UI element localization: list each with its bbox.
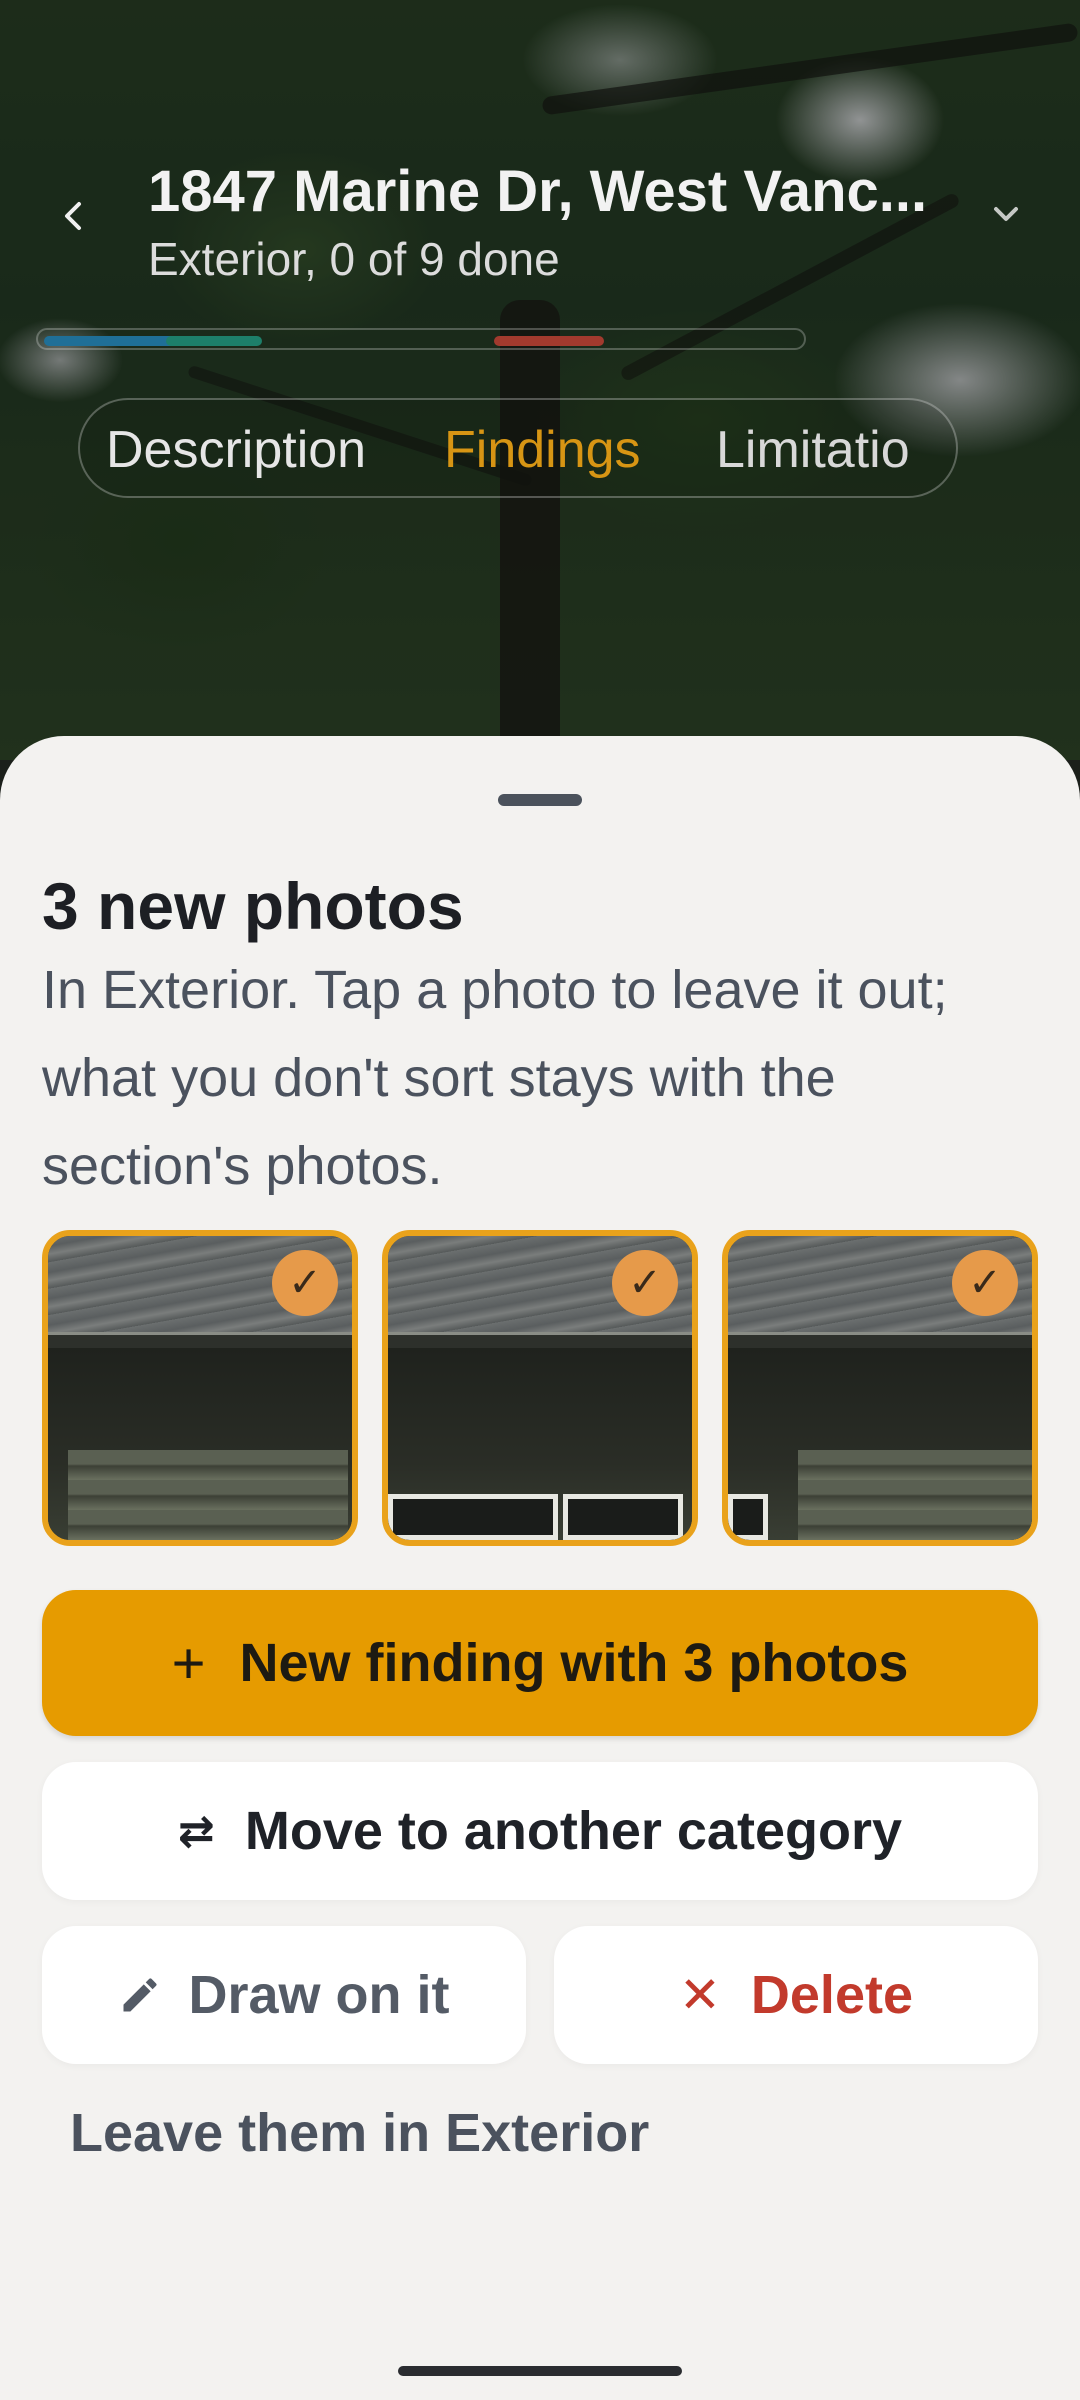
background-photo bbox=[0, 0, 1080, 760]
leave-in-section-link[interactable]: Leave them in Exterior bbox=[70, 2102, 649, 2164]
new-finding-button[interactable]: + New finding with 3 photos bbox=[42, 1590, 1038, 1736]
check-icon: ✓ bbox=[952, 1250, 1018, 1316]
move-category-button[interactable]: ⇄ Move to another category bbox=[42, 1762, 1038, 1900]
check-icon: ✓ bbox=[612, 1250, 678, 1316]
photo-strip: ✓ ✓ ✓ bbox=[42, 1230, 1038, 1546]
back-icon[interactable] bbox=[52, 194, 96, 238]
progress-segment bbox=[494, 336, 604, 346]
new-finding-label: New finding with 3 photos bbox=[239, 1633, 909, 1693]
photo-thumbnail[interactable]: ✓ bbox=[42, 1230, 358, 1546]
photo-thumbnail[interactable]: ✓ bbox=[722, 1230, 1038, 1546]
drag-handle[interactable] bbox=[498, 794, 582, 806]
sheet-title: 3 new photos bbox=[42, 869, 464, 943]
draw-button[interactable]: Draw on it bbox=[42, 1926, 526, 2064]
move-category-label: Move to another category bbox=[244, 1801, 902, 1861]
chevron-down-icon[interactable] bbox=[984, 192, 1028, 236]
swap-arrows-icon: ⇄ bbox=[178, 1805, 215, 1857]
home-indicator bbox=[398, 2366, 682, 2376]
check-icon: ✓ bbox=[272, 1250, 338, 1316]
photo-thumbnail[interactable]: ✓ bbox=[382, 1230, 698, 1546]
sheet-description: In Exterior. Tap a photo to leave it out… bbox=[42, 960, 948, 1196]
tab-description[interactable]: Description bbox=[106, 420, 366, 480]
new-photos-sheet: 3 new photos In Exterior. Tap a photo to… bbox=[0, 736, 1080, 2400]
section-progress-bar bbox=[36, 328, 806, 350]
draw-label: Draw on it bbox=[188, 1965, 450, 2025]
progress-segment bbox=[166, 336, 262, 346]
delete-button[interactable]: ✕ Delete bbox=[554, 1926, 1038, 2064]
pencil-icon bbox=[118, 1973, 162, 2017]
top-header: 1847 Marine Dr, West Vanc... Exterior, 0… bbox=[0, 150, 1080, 300]
inspection-address[interactable]: 1847 Marine Dr, West Vanc... bbox=[148, 158, 968, 225]
plus-icon: + bbox=[171, 1630, 206, 1696]
section-tabs: Description Findings Limitatio bbox=[78, 398, 958, 498]
close-icon: ✕ bbox=[679, 1966, 721, 2024]
tab-findings[interactable]: Findings bbox=[444, 420, 641, 480]
section-progress-text: Exterior, 0 of 9 done bbox=[148, 233, 560, 285]
delete-label: Delete bbox=[750, 1965, 913, 2025]
tab-limitations[interactable]: Limitatio bbox=[716, 420, 910, 480]
